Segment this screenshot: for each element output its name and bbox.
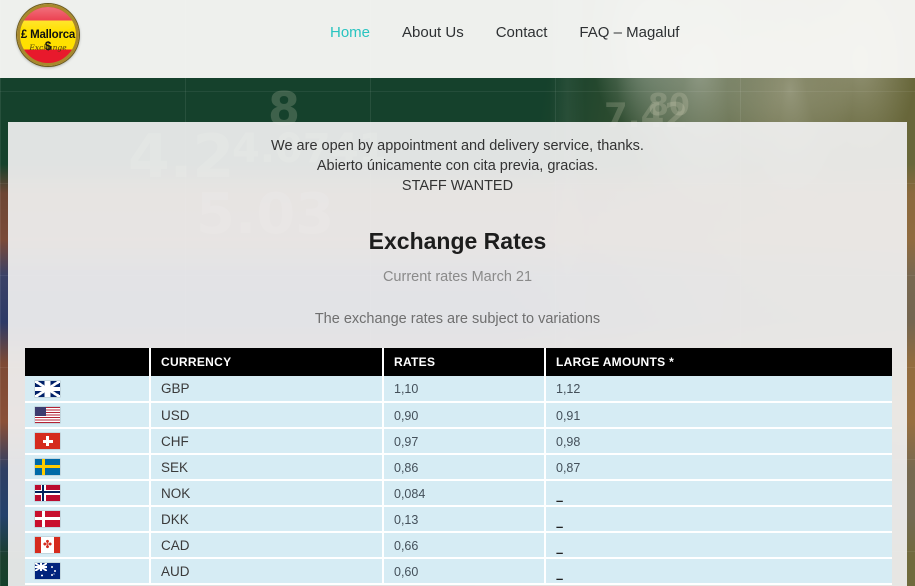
currency-code: GBP <box>161 381 190 396</box>
cell-large-amount: – <box>545 480 892 508</box>
large-amount-empty: – <box>556 518 564 534</box>
rates-disclaimer: The exchange rates are subject to variat… <box>314 311 601 327</box>
large-amount-empty: – <box>556 544 564 560</box>
background-digit: 80 <box>648 88 690 123</box>
page-title: Exchange Rates <box>368 228 547 254</box>
cell-flag <box>25 506 151 533</box>
currency-code: NOK <box>161 485 191 501</box>
cell-flag <box>25 454 151 481</box>
table-row: GBP 1,10 1,12 <box>25 376 892 403</box>
announcement-block: We are open by appointment and delivery … <box>8 122 907 196</box>
currency-code: CHF <box>161 433 189 449</box>
table-row: SEK 0,86 0,87 <box>25 454 892 481</box>
currency-code: SEK <box>161 459 189 475</box>
currency-code: USD <box>161 407 190 423</box>
cell-rate: 0,66 <box>383 532 546 559</box>
nav-item-faq-magaluf[interactable]: FAQ – Magaluf <box>579 24 679 41</box>
table-row: AUD 0,60 – <box>25 558 892 586</box>
cell-rate: 0,97 <box>383 428 546 455</box>
large-amount-value: 1,12 <box>556 382 581 396</box>
exchange-rates-heading-block: Exchange Rates Current rates March 21 Th… <box>8 228 907 327</box>
rate-value: 0,86 <box>394 460 419 475</box>
flag-united-states-icon <box>35 407 60 424</box>
cell-large-amount: – <box>545 506 892 534</box>
column-header-currency: CURRENCY <box>150 348 384 376</box>
currency-code: AUD <box>161 563 190 579</box>
table-row: CAD 0,66 – <box>25 532 892 560</box>
cell-currency: USD <box>150 402 384 429</box>
cell-rate: 0,90 <box>383 402 546 429</box>
nav-item-about-us[interactable]: About Us <box>402 24 464 41</box>
table-row: USD 0,90 0,91 <box>25 402 892 429</box>
flag-norway-icon <box>35 485 60 502</box>
large-amount-empty: – <box>556 570 564 586</box>
rate-value: 0,13 <box>394 512 419 527</box>
cell-rate: 0,60 <box>383 558 546 585</box>
large-amount-value: 0,87 <box>556 460 581 475</box>
cell-currency: GBP <box>150 376 384 403</box>
cell-large-amount: 1,12 <box>545 376 892 403</box>
cell-flag <box>25 558 151 585</box>
cell-currency: CHF <box>150 428 384 455</box>
cell-large-amount: – <box>545 558 892 586</box>
rate-value: 0,90 <box>394 408 419 423</box>
flag-switzerland-icon <box>35 433 60 450</box>
announcement-line-3: STAFF WANTED <box>401 178 514 194</box>
cell-currency: AUD <box>150 558 384 585</box>
cell-large-amount: – <box>545 532 892 560</box>
cell-flag <box>25 532 151 559</box>
cell-rate: 1,10 <box>383 376 546 403</box>
table-body: GBP 1,10 1,12 USD 0,90 0,91 CHF 0,97 0,98 SEK 0,86… <box>25 376 892 586</box>
mallorca-exchange-logo[interactable]: £ Mallorca $ Exchange <box>17 4 79 66</box>
cell-flag <box>25 428 151 455</box>
flag-australia-icon <box>35 563 60 580</box>
nav-item-contact[interactable]: Contact <box>496 24 548 41</box>
rate-value: 0,66 <box>394 538 419 553</box>
rates-date-subtitle: Current rates March 21 <box>382 269 533 285</box>
cell-large-amount: 0,91 <box>545 402 892 429</box>
currency-code: DKK <box>161 511 189 527</box>
cell-flag <box>25 480 151 507</box>
cell-large-amount: 0,87 <box>545 454 892 481</box>
cell-flag <box>25 402 151 429</box>
large-amount-value: 0,91 <box>556 408 581 423</box>
cell-flag <box>25 376 151 403</box>
cell-rate: 0,13 <box>383 506 546 533</box>
cell-large-amount: 0,98 <box>545 428 892 455</box>
announcement-line-2: Abierto únicamente con cita previa, grac… <box>316 158 599 174</box>
cell-currency: SEK <box>150 454 384 481</box>
table-row: CHF 0,97 0,98 <box>25 428 892 455</box>
currency-code: CAD <box>161 537 190 553</box>
nav-item-home[interactable]: Home <box>330 24 370 41</box>
column-header-large-amounts: LARGE AMOUNTS * <box>545 348 892 376</box>
cell-currency: CAD <box>150 532 384 559</box>
cell-currency: DKK <box>150 506 384 533</box>
column-header-rates: RATES <box>383 348 546 376</box>
rate-value: 0,084 <box>394 486 426 501</box>
cell-rate: 0,084 <box>383 480 546 507</box>
content-panel: We are open by appointment and delivery … <box>8 122 907 586</box>
exchange-rates-table: CURRENCY RATES LARGE AMOUNTS * GBP 1,10 1,… <box>25 348 892 586</box>
flag-canada-icon <box>35 537 60 554</box>
table-row: NOK 0,084 – <box>25 480 892 508</box>
rate-value: 1,10 <box>394 382 419 396</box>
column-header-flag <box>25 348 151 376</box>
announcement-line-1: We are open by appointment and delivery … <box>271 138 644 154</box>
main-navigation: Home About Us Contact FAQ – Magaluf <box>330 24 679 41</box>
logo-sub-text: Exchange <box>29 43 67 52</box>
rate-value: 0,97 <box>394 434 419 449</box>
table-header-row: CURRENCY RATES LARGE AMOUNTS * <box>25 348 892 376</box>
flag-sweden-icon <box>35 459 60 476</box>
flag-united-kingdom-icon <box>35 380 60 397</box>
large-amount-value: 0,98 <box>556 434 581 449</box>
cell-currency: NOK <box>150 480 384 507</box>
table-row: DKK 0,13 – <box>25 506 892 534</box>
flag-denmark-icon <box>35 511 60 528</box>
large-amount-empty: – <box>556 492 564 508</box>
cell-rate: 0,86 <box>383 454 546 481</box>
site-header: £ Mallorca $ Exchange Home About Us Cont… <box>0 0 915 78</box>
rate-value: 0,60 <box>394 564 419 579</box>
